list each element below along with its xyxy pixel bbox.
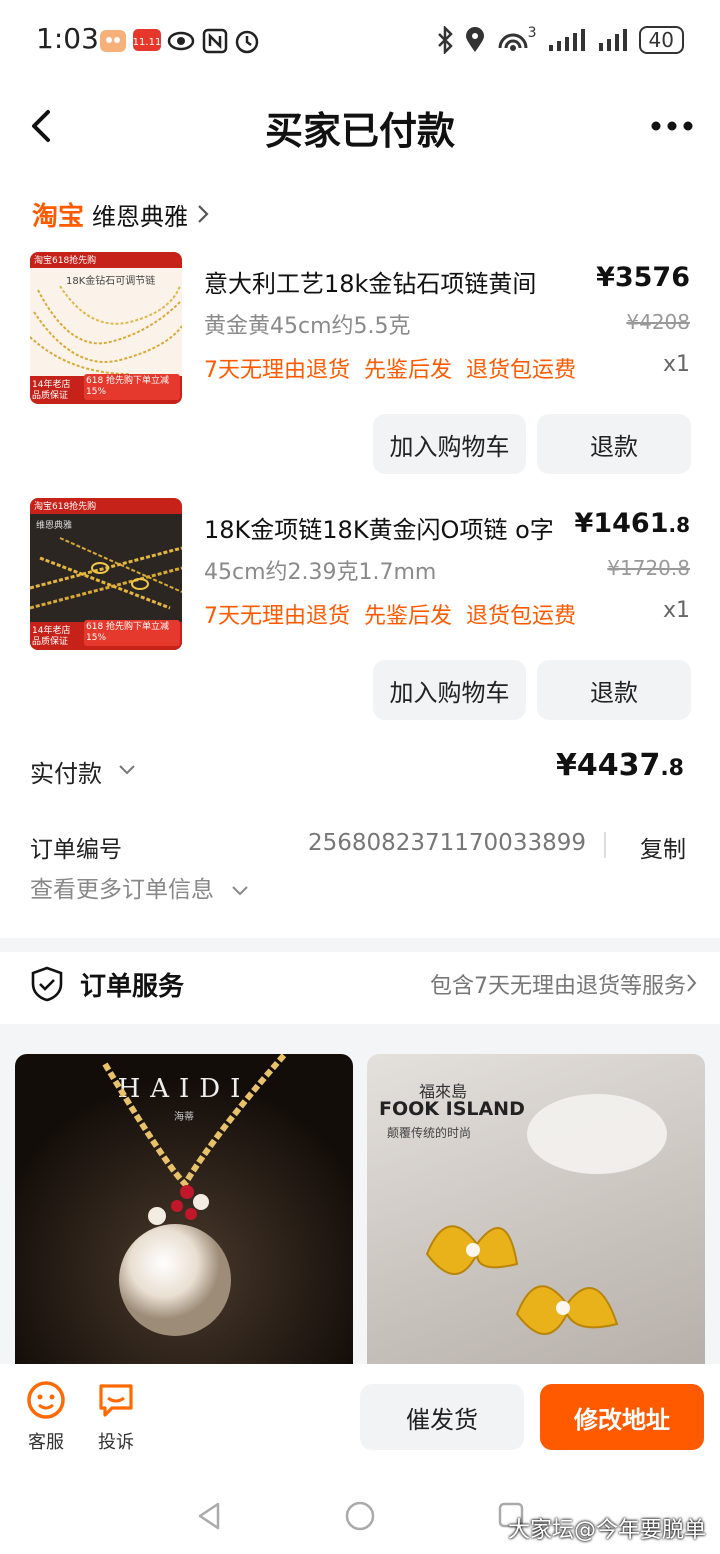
product-spec: 45cm约2.39克1.7mm [204,560,437,585]
bluetooth-icon [437,26,453,54]
tag-return: 7天无理由退货 [204,358,350,383]
paid-label: 实付款 [30,760,102,788]
divider [604,832,606,858]
nav-home-icon[interactable] [344,1500,376,1532]
complain-label: 投诉 [98,1432,134,1453]
chevron-down-icon [119,765,135,775]
taobao-logo: 淘宝 [32,201,85,232]
chevron-right-icon [198,205,209,223]
thumb-badge: 14年老店 品质保证 [32,626,71,647]
more-order-info-label: 查看更多订单信息 [30,877,214,903]
paid-amount-row[interactable]: 实付款 ¥4437.8 [30,748,690,792]
necklace-image [30,537,182,610]
product-title[interactable]: 意大利工艺18k金钻石项链黄间 [204,264,594,299]
nfc-icon [202,28,228,54]
urge-shipping-button[interactable]: 催发货 [360,1384,524,1450]
customer-service-button[interactable]: 客服 [16,1380,76,1454]
order-number-row: 订单编号 2568082371170033899 复制 [30,828,690,864]
add-to-cart-button[interactable]: 加入购物车 [373,414,526,474]
complaint-icon [99,1384,133,1417]
page-title: 买家已付款 [264,109,455,153]
tag-return: 7天无理由退货 [204,604,350,629]
product-price: ¥1461.8 [574,508,690,539]
svg-text:11.11: 11.11 [133,37,162,48]
order-item: 淘宝618抢先购 18K金钻石可调节链 14年老店 品质保证 618 抢先购下单… [0,252,720,498]
shield-check-icon [31,966,63,1002]
paid-amount: ¥4437.8 [555,748,684,783]
order-number-label: 订单编号 [30,837,122,863]
thumb-promo: 618 抢先购下单立减 15% [84,620,180,646]
tag-inspect: 先鉴后发 [364,604,453,629]
original-price: ¥4208 [626,310,690,334]
watermark: 大家坛@今年要脱单 [507,1518,706,1543]
add-to-cart-button[interactable]: 加入购物车 [373,660,526,720]
signal-label: 3 [527,25,537,41]
copy-button[interactable]: 复制 [640,830,686,864]
service-tags: 7天无理由退货 先鉴后发 退货包运费 [204,352,576,384]
eye-icon [167,31,195,51]
shop-name: 维恩典雅 [92,202,189,231]
nav-back-icon[interactable] [194,1500,224,1532]
refund-button[interactable]: 退款 [537,660,691,720]
original-price: ¥1720.8 [607,556,690,580]
tag-inspect: 先鉴后发 [364,358,453,383]
promo-notification-icon: 11.11 [133,29,162,51]
top-nav: 买家已付款 [0,84,720,168]
hotspot-icon [498,33,528,51]
thumb-banner: 淘宝618抢先购 [34,502,97,512]
refund-button[interactable]: 退款 [537,414,691,474]
service-title: 订单服务 [80,972,185,1002]
service-desc: 包含7天无理由退货等服务 [430,974,686,999]
quantity: x1 [662,598,690,623]
app-notification-icon [100,30,126,52]
tag-free-return: 退货包运费 [466,604,577,629]
product-spec: 黄金黄45cm约5.5克 [204,314,411,339]
signal-strength-icon [548,29,585,51]
thumb-banner: 淘宝618抢先购 [34,256,97,266]
order-service-row[interactable]: 订单服务 包含7天无理由退货等服务 [0,952,720,1024]
modify-address-button[interactable]: 修改地址 [540,1384,704,1450]
chevron-down-icon [232,885,249,895]
gold-bow-earrings-image [425,1094,667,1335]
shop-header[interactable]: 淘宝 维恩典雅 [32,196,210,232]
product-price: ¥3576 [596,262,690,293]
order-item: 淘宝618抢先购 维恩典雅 14年老店 品质保证 618 抢先购下单立减 15%… [0,498,720,744]
more-order-info-link[interactable]: 查看更多订单信息 [30,870,249,904]
status-bar: 1:03 11.11 3 40 [0,0,720,84]
chevron-right-icon [687,974,697,992]
signal-strength-2-icon [598,29,627,51]
product-title[interactable]: 18K金项链18K黄金闪O项链 o字 [204,510,594,545]
thumb-promo: 618 抢先购下单立减 15% [84,374,180,400]
thumb-badge: 14年老店 品质保证 [32,380,71,401]
section-divider [0,938,720,952]
tag-free-return: 退货包运费 [466,358,577,383]
location-icon [465,27,484,52]
quantity: x1 [662,352,690,377]
customer-service-label: 客服 [28,1432,64,1453]
more-options-icon[interactable] [650,106,694,146]
necklace-image [30,285,182,374]
recommend-card[interactable]: HAIDI 海蒂 [15,1054,353,1364]
bottom-action-bar: 客服 投诉 催发货 修改地址 [0,1364,720,1474]
status-time: 1:03 [36,22,99,55]
pearl-pendant-image [102,1054,288,1336]
service-tags: 7天无理由退货 先鉴后发 退货包运费 [204,598,576,630]
customer-service-icon [27,1381,65,1419]
recommend-card[interactable]: 福來島 FOOK ISLAND 颠覆传统的时尚 [367,1054,705,1364]
product-thumbnail[interactable]: 淘宝618抢先购 18K金钻石可调节链 14年老店 品质保证 618 抢先购下单… [30,252,182,404]
battery-indicator: 40 [638,26,684,54]
order-number: 2568082371170033899 [307,830,586,856]
complain-button[interactable]: 投诉 [86,1380,146,1454]
status-right: 3 40 [436,25,684,54]
product-thumbnail[interactable]: 淘宝618抢先购 维恩典雅 14年老店 品质保证 618 抢先购下单立减 15% [30,498,182,650]
alarm-icon [235,30,259,54]
